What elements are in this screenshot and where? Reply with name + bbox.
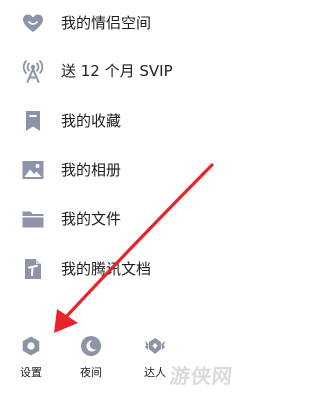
bookmark-icon: [26, 111, 40, 131]
settings-button[interactable]: 设置: [11, 328, 51, 384]
menu-item-couple-space[interactable]: 我的情侣空间: [0, 0, 250, 48]
menu-item-svip-gift[interactable]: 送 12 个月 SVIP: [0, 48, 250, 96]
document-icon: [25, 259, 41, 279]
moon-icon: [81, 336, 101, 356]
gear-icon: [22, 336, 40, 356]
winged-badge-icon: [144, 338, 166, 354]
menu-item-label: 我的腾讯文档: [61, 260, 152, 278]
menu-item-label: 我的情侣空间: [61, 14, 152, 32]
menu-item-label: 我的文件: [61, 210, 122, 228]
watermark-logo: 游侠网: [168, 364, 235, 388]
menu-item-files[interactable]: 我的文件: [0, 196, 250, 244]
tab-label: 设置: [20, 366, 42, 379]
night-mode-button[interactable]: 夜间: [71, 328, 111, 384]
broadcast-tower-icon: [22, 60, 44, 83]
menu-item-label: 我的收藏: [61, 112, 122, 130]
menu-item-album[interactable]: 我的相册: [0, 147, 250, 195]
image-icon: [22, 161, 44, 179]
menu-item-label: 送 12 个月 SVIP: [61, 62, 173, 80]
menu-item-label: 我的相册: [61, 161, 122, 179]
tab-label: 夜间: [80, 366, 102, 379]
menu-item-favorites[interactable]: 我的收藏: [0, 98, 250, 146]
menu-item-tencent-docs[interactable]: 我的腾讯文档: [0, 246, 250, 294]
folder-icon: [22, 211, 44, 228]
heart-icon: [23, 14, 43, 32]
